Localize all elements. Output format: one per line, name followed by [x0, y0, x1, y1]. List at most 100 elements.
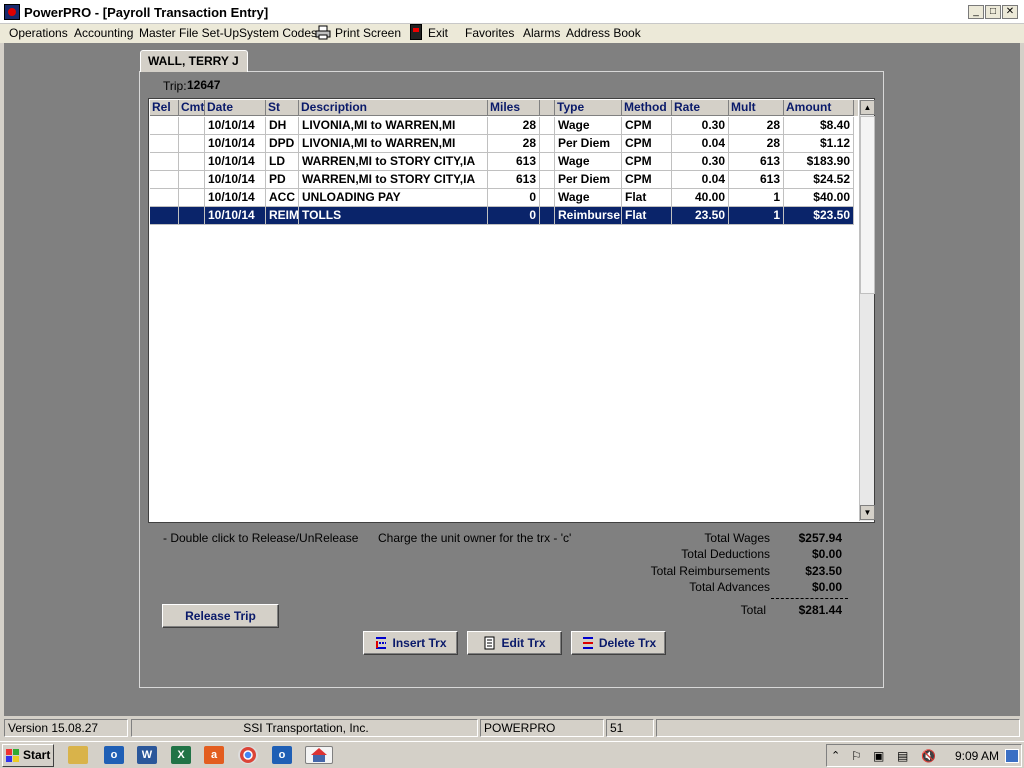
cell-description[interactable]: LIVONIA,MI to WARREN,MI: [299, 135, 488, 153]
cell-mult[interactable]: 613: [729, 171, 784, 189]
exit-door-icon[interactable]: [410, 24, 422, 40]
cell-description[interactable]: WARREN,MI to STORY CITY,IA: [299, 171, 488, 189]
col-header-mult[interactable]: Mult: [729, 100, 784, 116]
col-header-flag[interactable]: [540, 100, 555, 116]
menu-operations[interactable]: Operations: [9, 26, 68, 40]
cell-date[interactable]: 10/10/14: [205, 153, 266, 171]
maximize-button[interactable]: □: [985, 5, 1001, 19]
table-row[interactable]: 10/10/14 DH LIVONIA,MI to WARREN,MI 28 Wage C…: [150, 117, 858, 135]
cell-rel[interactable]: [150, 117, 179, 135]
show-hidden-icons-icon[interactable]: ⌃: [831, 749, 845, 763]
cell-miles[interactable]: 28: [488, 135, 540, 153]
cell-rate[interactable]: 0.30: [672, 153, 729, 171]
cell-miles[interactable]: 28: [488, 117, 540, 135]
cell-flag[interactable]: [540, 153, 555, 171]
edit-trx-button[interactable]: Edit Trx: [467, 631, 562, 655]
cell-type[interactable]: Wage: [555, 189, 622, 207]
cell-st[interactable]: PD: [266, 171, 299, 189]
cell-date[interactable]: 10/10/14: [205, 135, 266, 153]
col-header-description[interactable]: Description: [299, 100, 488, 116]
col-header-type[interactable]: Type: [555, 100, 622, 116]
cell-mult[interactable]: 1: [729, 207, 784, 225]
insert-trx-button[interactable]: Insert Trx: [363, 631, 458, 655]
cell-mult[interactable]: 28: [729, 135, 784, 153]
cell-rate[interactable]: 0.04: [672, 171, 729, 189]
cell-amount[interactable]: $24.52: [784, 171, 854, 189]
cell-rel[interactable]: [150, 171, 179, 189]
start-button[interactable]: Start: [2, 744, 54, 767]
cell-mult[interactable]: 613: [729, 153, 784, 171]
cell-method[interactable]: CPM: [622, 117, 672, 135]
outlook-running-icon[interactable]: o: [272, 746, 292, 764]
cell-method[interactable]: Flat: [622, 207, 672, 225]
scroll-down-arrow-icon[interactable]: ▼: [860, 505, 875, 520]
cell-st[interactable]: DPD: [266, 135, 299, 153]
col-header-miles[interactable]: Miles: [488, 100, 540, 116]
cell-flag[interactable]: [540, 171, 555, 189]
cell-flag[interactable]: [540, 207, 555, 225]
cell-date[interactable]: 10/10/14: [205, 117, 266, 135]
cell-miles[interactable]: 613: [488, 171, 540, 189]
cell-date[interactable]: 10/10/14: [205, 207, 266, 225]
network-icon[interactable]: ▤: [897, 749, 911, 763]
cell-cmt[interactable]: [179, 135, 205, 153]
cell-rel[interactable]: [150, 207, 179, 225]
cell-miles[interactable]: 613: [488, 153, 540, 171]
word-icon[interactable]: W: [137, 746, 157, 764]
cell-rate[interactable]: 23.50: [672, 207, 729, 225]
cell-description[interactable]: TOLLS: [299, 207, 488, 225]
taskbar-clock[interactable]: 9:09 AM: [955, 749, 999, 763]
cell-amount[interactable]: $23.50: [784, 207, 854, 225]
cell-description[interactable]: UNLOADING PAY: [299, 189, 488, 207]
menu-accounting[interactable]: Accounting: [74, 26, 133, 40]
cell-method[interactable]: CPM: [622, 171, 672, 189]
app-icon[interactable]: [4, 4, 20, 20]
table-row[interactable]: 10/10/14 DPD LIVONIA,MI to WARREN,MI 28 Per …: [150, 135, 858, 153]
menu-address-book[interactable]: Address Book: [566, 26, 641, 40]
cell-amount[interactable]: $8.40: [784, 117, 854, 135]
col-header-cmt[interactable]: Cmt: [179, 100, 205, 116]
cell-cmt[interactable]: [179, 171, 205, 189]
cell-type[interactable]: Wage: [555, 117, 622, 135]
cell-date[interactable]: 10/10/14: [205, 189, 266, 207]
release-trip-button[interactable]: Release Trip: [162, 604, 279, 628]
menu-exit[interactable]: Exit: [428, 26, 448, 40]
show-desktop-icon[interactable]: [1005, 749, 1019, 763]
cell-amount[interactable]: $183.90: [784, 153, 854, 171]
cell-mult[interactable]: 1: [729, 189, 784, 207]
col-header-date[interactable]: Date: [205, 100, 266, 116]
grid-vertical-scrollbar[interactable]: ▲ ▼: [859, 100, 875, 521]
printer-icon[interactable]: [315, 24, 331, 40]
close-button[interactable]: ✕: [1002, 5, 1018, 19]
transaction-grid[interactable]: Rel Cmt Date St Description Miles Type M…: [148, 98, 875, 523]
delete-trx-button[interactable]: Delete Trx: [571, 631, 666, 655]
cell-amount[interactable]: $1.12: [784, 135, 854, 153]
table-row[interactable]: 10/10/14 LD WARREN,MI to STORY CITY,IA 613 W…: [150, 153, 858, 171]
cell-method[interactable]: CPM: [622, 135, 672, 153]
cell-miles[interactable]: 0: [488, 189, 540, 207]
driver-tab[interactable]: WALL, TERRY J: [140, 50, 248, 72]
cell-flag[interactable]: [540, 135, 555, 153]
cell-method[interactable]: CPM: [622, 153, 672, 171]
excel-icon[interactable]: X: [171, 746, 191, 764]
cell-st[interactable]: ACC: [266, 189, 299, 207]
cell-cmt[interactable]: [179, 117, 205, 135]
table-row[interactable]: 10/10/14 ACC UNLOADING PAY 0 Wage Flat 40.00 1 $…: [150, 189, 858, 207]
cell-st[interactable]: DH: [266, 117, 299, 135]
table-row[interactable]: 10/10/14 PD WARREN,MI to STORY CITY,IA 613 P…: [150, 171, 858, 189]
cell-st[interactable]: REIM: [266, 207, 299, 225]
explorer-folder-icon[interactable]: [68, 746, 88, 764]
cell-type[interactable]: Per Diem: [555, 135, 622, 153]
menu-favorites[interactable]: Favorites: [465, 26, 514, 40]
cell-flag[interactable]: [540, 189, 555, 207]
amazon-app-icon[interactable]: a: [204, 746, 224, 764]
cell-rate[interactable]: 40.00: [672, 189, 729, 207]
table-row-selected[interactable]: 10/10/14 REIM TOLLS 0 Reimburse Flat 23.50 1 $23…: [150, 207, 858, 225]
cell-rate[interactable]: 0.04: [672, 135, 729, 153]
cell-rel[interactable]: [150, 153, 179, 171]
volume-muted-icon[interactable]: 🔇: [921, 749, 936, 763]
cell-flag[interactable]: [540, 117, 555, 135]
menu-master-file-setup[interactable]: Master File Set-Up: [139, 26, 239, 40]
cell-type[interactable]: Per Diem: [555, 171, 622, 189]
outlook-icon[interactable]: o: [104, 746, 124, 764]
